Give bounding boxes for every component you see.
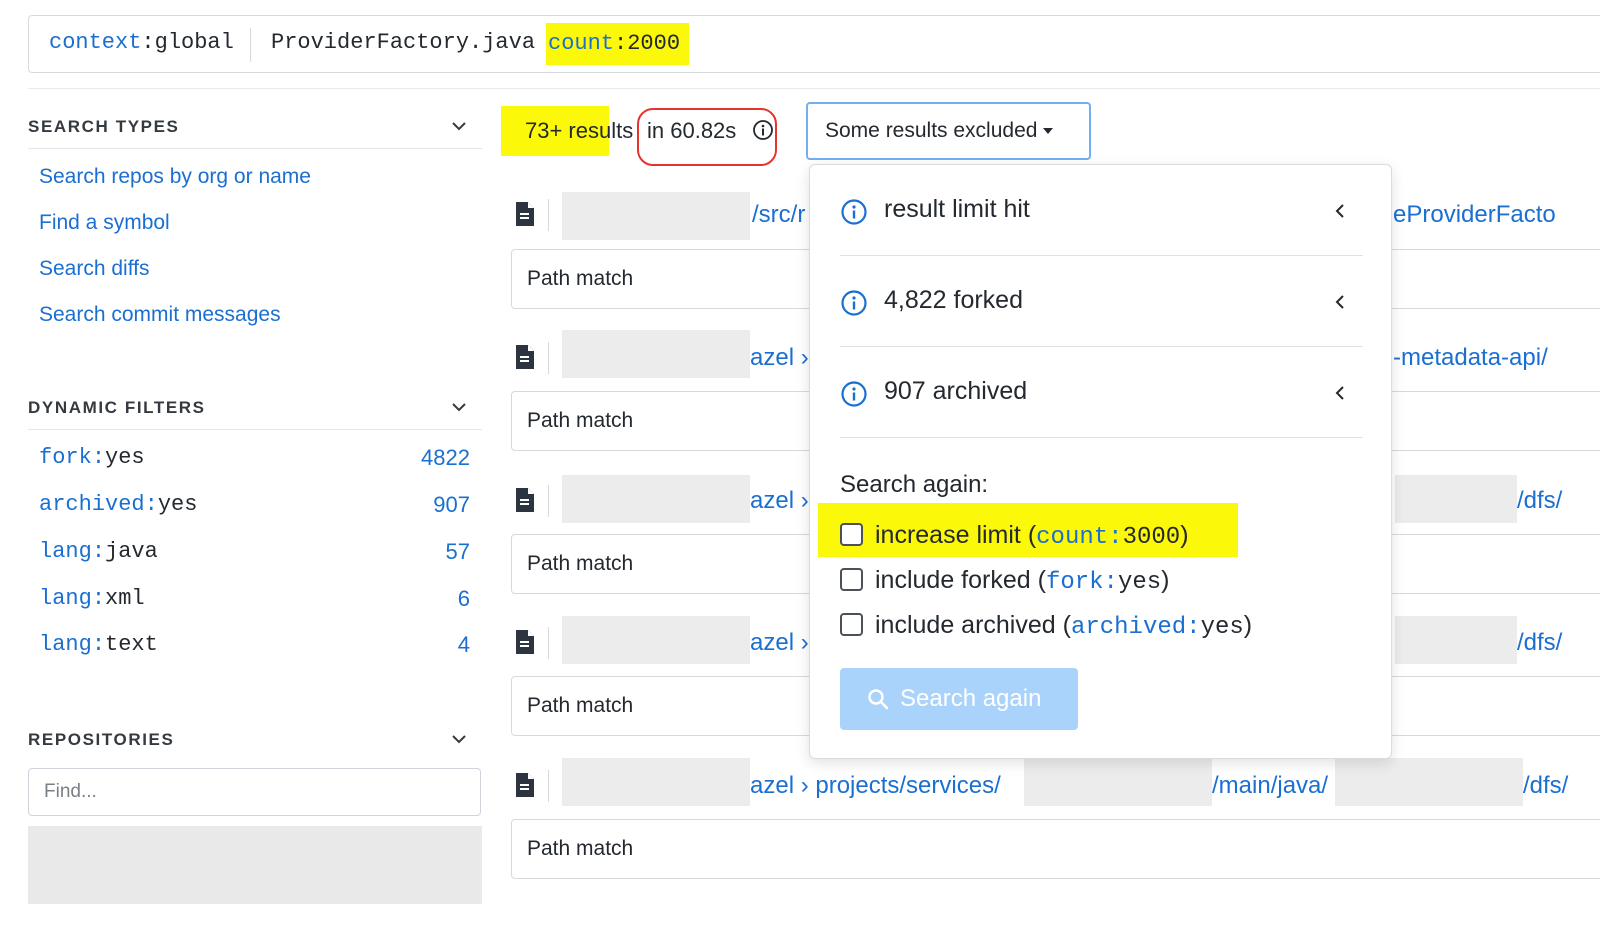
checkbox-increase-limit[interactable]: increase limit (count:3000) (840, 521, 1189, 551)
query-count-filter[interactable]: count:2000 (546, 23, 690, 65)
dropdown-item-archived[interactable]: 907 archived (840, 347, 1363, 437)
filter-count: 4 (457, 632, 470, 657)
repositories-list-placeholder (28, 826, 482, 904)
row-separator (548, 770, 549, 802)
dropdown-item-forked[interactable]: 4,822 forked (840, 256, 1363, 346)
annotation-circle (637, 108, 777, 166)
header-divider (28, 88, 1600, 89)
query-separator (250, 28, 251, 62)
filter-lang-text[interactable]: lang:text (39, 632, 158, 657)
search-icon (868, 689, 889, 710)
filter-archived-yes[interactable]: archived:yes (39, 492, 197, 517)
result-path-link[interactable]: azel › (750, 344, 809, 372)
row-separator (548, 485, 549, 517)
filter-count: 4822 (421, 445, 470, 470)
checkbox-include-forked[interactable]: include forked (fork:yes) (840, 566, 1170, 596)
filter-count: 57 (445, 539, 470, 564)
filter-lang-xml[interactable]: lang:xml (39, 586, 145, 611)
repositories-heading: REPOSITORIES (28, 730, 175, 749)
result-path-link[interactable]: /dfs/ (1517, 629, 1562, 657)
redacted-block (1395, 616, 1517, 664)
query-text[interactable]: ProviderFactory.java (271, 30, 535, 55)
result-path-link[interactable]: /dfs/ (1523, 772, 1568, 800)
redacted-block (1335, 758, 1523, 806)
file-icon (516, 202, 534, 226)
caret-down-icon (1043, 128, 1054, 135)
filter-fork-yes[interactable]: fork:yes (39, 445, 145, 470)
info-icon (841, 290, 867, 316)
file-icon (516, 630, 534, 654)
dropdown-divider (840, 437, 1363, 438)
section-divider (28, 429, 482, 430)
row-separator (548, 199, 549, 231)
result-path-link[interactable]: /dfs/ (1517, 487, 1562, 515)
redacted-block (562, 330, 750, 378)
redacted-block (562, 475, 750, 523)
some-results-excluded-button[interactable]: Some results excluded (806, 102, 1091, 160)
row-separator (548, 342, 549, 374)
chevron-left-icon (1335, 295, 1344, 309)
context-selector[interactable]: context:global (49, 30, 234, 55)
redacted-block (562, 192, 750, 240)
checkbox-include-archived[interactable]: include archived (archived:yes) (840, 611, 1252, 641)
checkbox[interactable] (840, 523, 863, 546)
dynamic-filters-heading: DYNAMIC FILTERS (28, 398, 206, 417)
chevron-down-icon[interactable] (450, 117, 468, 135)
info-icon (841, 199, 867, 225)
info-icon (841, 381, 867, 407)
redacted-block (1024, 758, 1212, 806)
redacted-block (1395, 475, 1517, 523)
chevron-down-icon[interactable] (450, 730, 468, 748)
row-separator (548, 627, 549, 659)
file-icon (516, 773, 534, 797)
result-path-link[interactable]: /src/r (752, 201, 805, 229)
result-path-link[interactable]: eProviderFacto (1393, 201, 1556, 229)
file-icon (516, 488, 534, 512)
result-path-link[interactable]: -metadata-api/ (1393, 344, 1548, 372)
redacted-block (562, 758, 750, 806)
path-match-box: Path match (511, 819, 1600, 879)
chevron-left-icon (1335, 204, 1344, 218)
search-again-label: Search again: (840, 471, 989, 498)
repositories-find-input[interactable] (28, 768, 481, 816)
search-again-button[interactable]: Search again (840, 668, 1078, 730)
link-find-symbol[interactable]: Find a symbol (39, 211, 170, 235)
checkbox[interactable] (840, 613, 863, 636)
link-search-diffs[interactable]: Search diffs (39, 257, 150, 281)
result-path-link[interactable]: azel › (750, 629, 809, 657)
result-path-link[interactable]: /main/java/ (1212, 772, 1328, 800)
chevron-left-icon (1335, 386, 1344, 400)
link-search-commit-messages[interactable]: Search commit messages (39, 303, 281, 327)
checkbox[interactable] (840, 568, 863, 591)
search-query-bar[interactable]: context:global ProviderFactory.java coun… (28, 15, 1600, 73)
search-types-heading: SEARCH TYPES (28, 117, 180, 136)
filter-count: 907 (433, 492, 470, 517)
link-search-repos[interactable]: Search repos by org or name (39, 165, 311, 189)
filter-count: 6 (457, 586, 470, 611)
dropdown-item-result-limit[interactable]: result limit hit (840, 165, 1363, 255)
file-icon (516, 345, 534, 369)
section-divider (28, 148, 482, 149)
results-count: 73+ results (525, 118, 634, 143)
result-path-link[interactable]: azel › (750, 487, 809, 515)
filter-lang-java[interactable]: lang:java (39, 539, 158, 564)
redacted-block (562, 616, 750, 664)
result-path-link[interactable]: azel › projects/services/ (750, 772, 1001, 800)
excluded-results-dropdown: result limit hit 4,822 forked 907 archiv… (809, 164, 1392, 759)
chevron-down-icon[interactable] (450, 398, 468, 416)
